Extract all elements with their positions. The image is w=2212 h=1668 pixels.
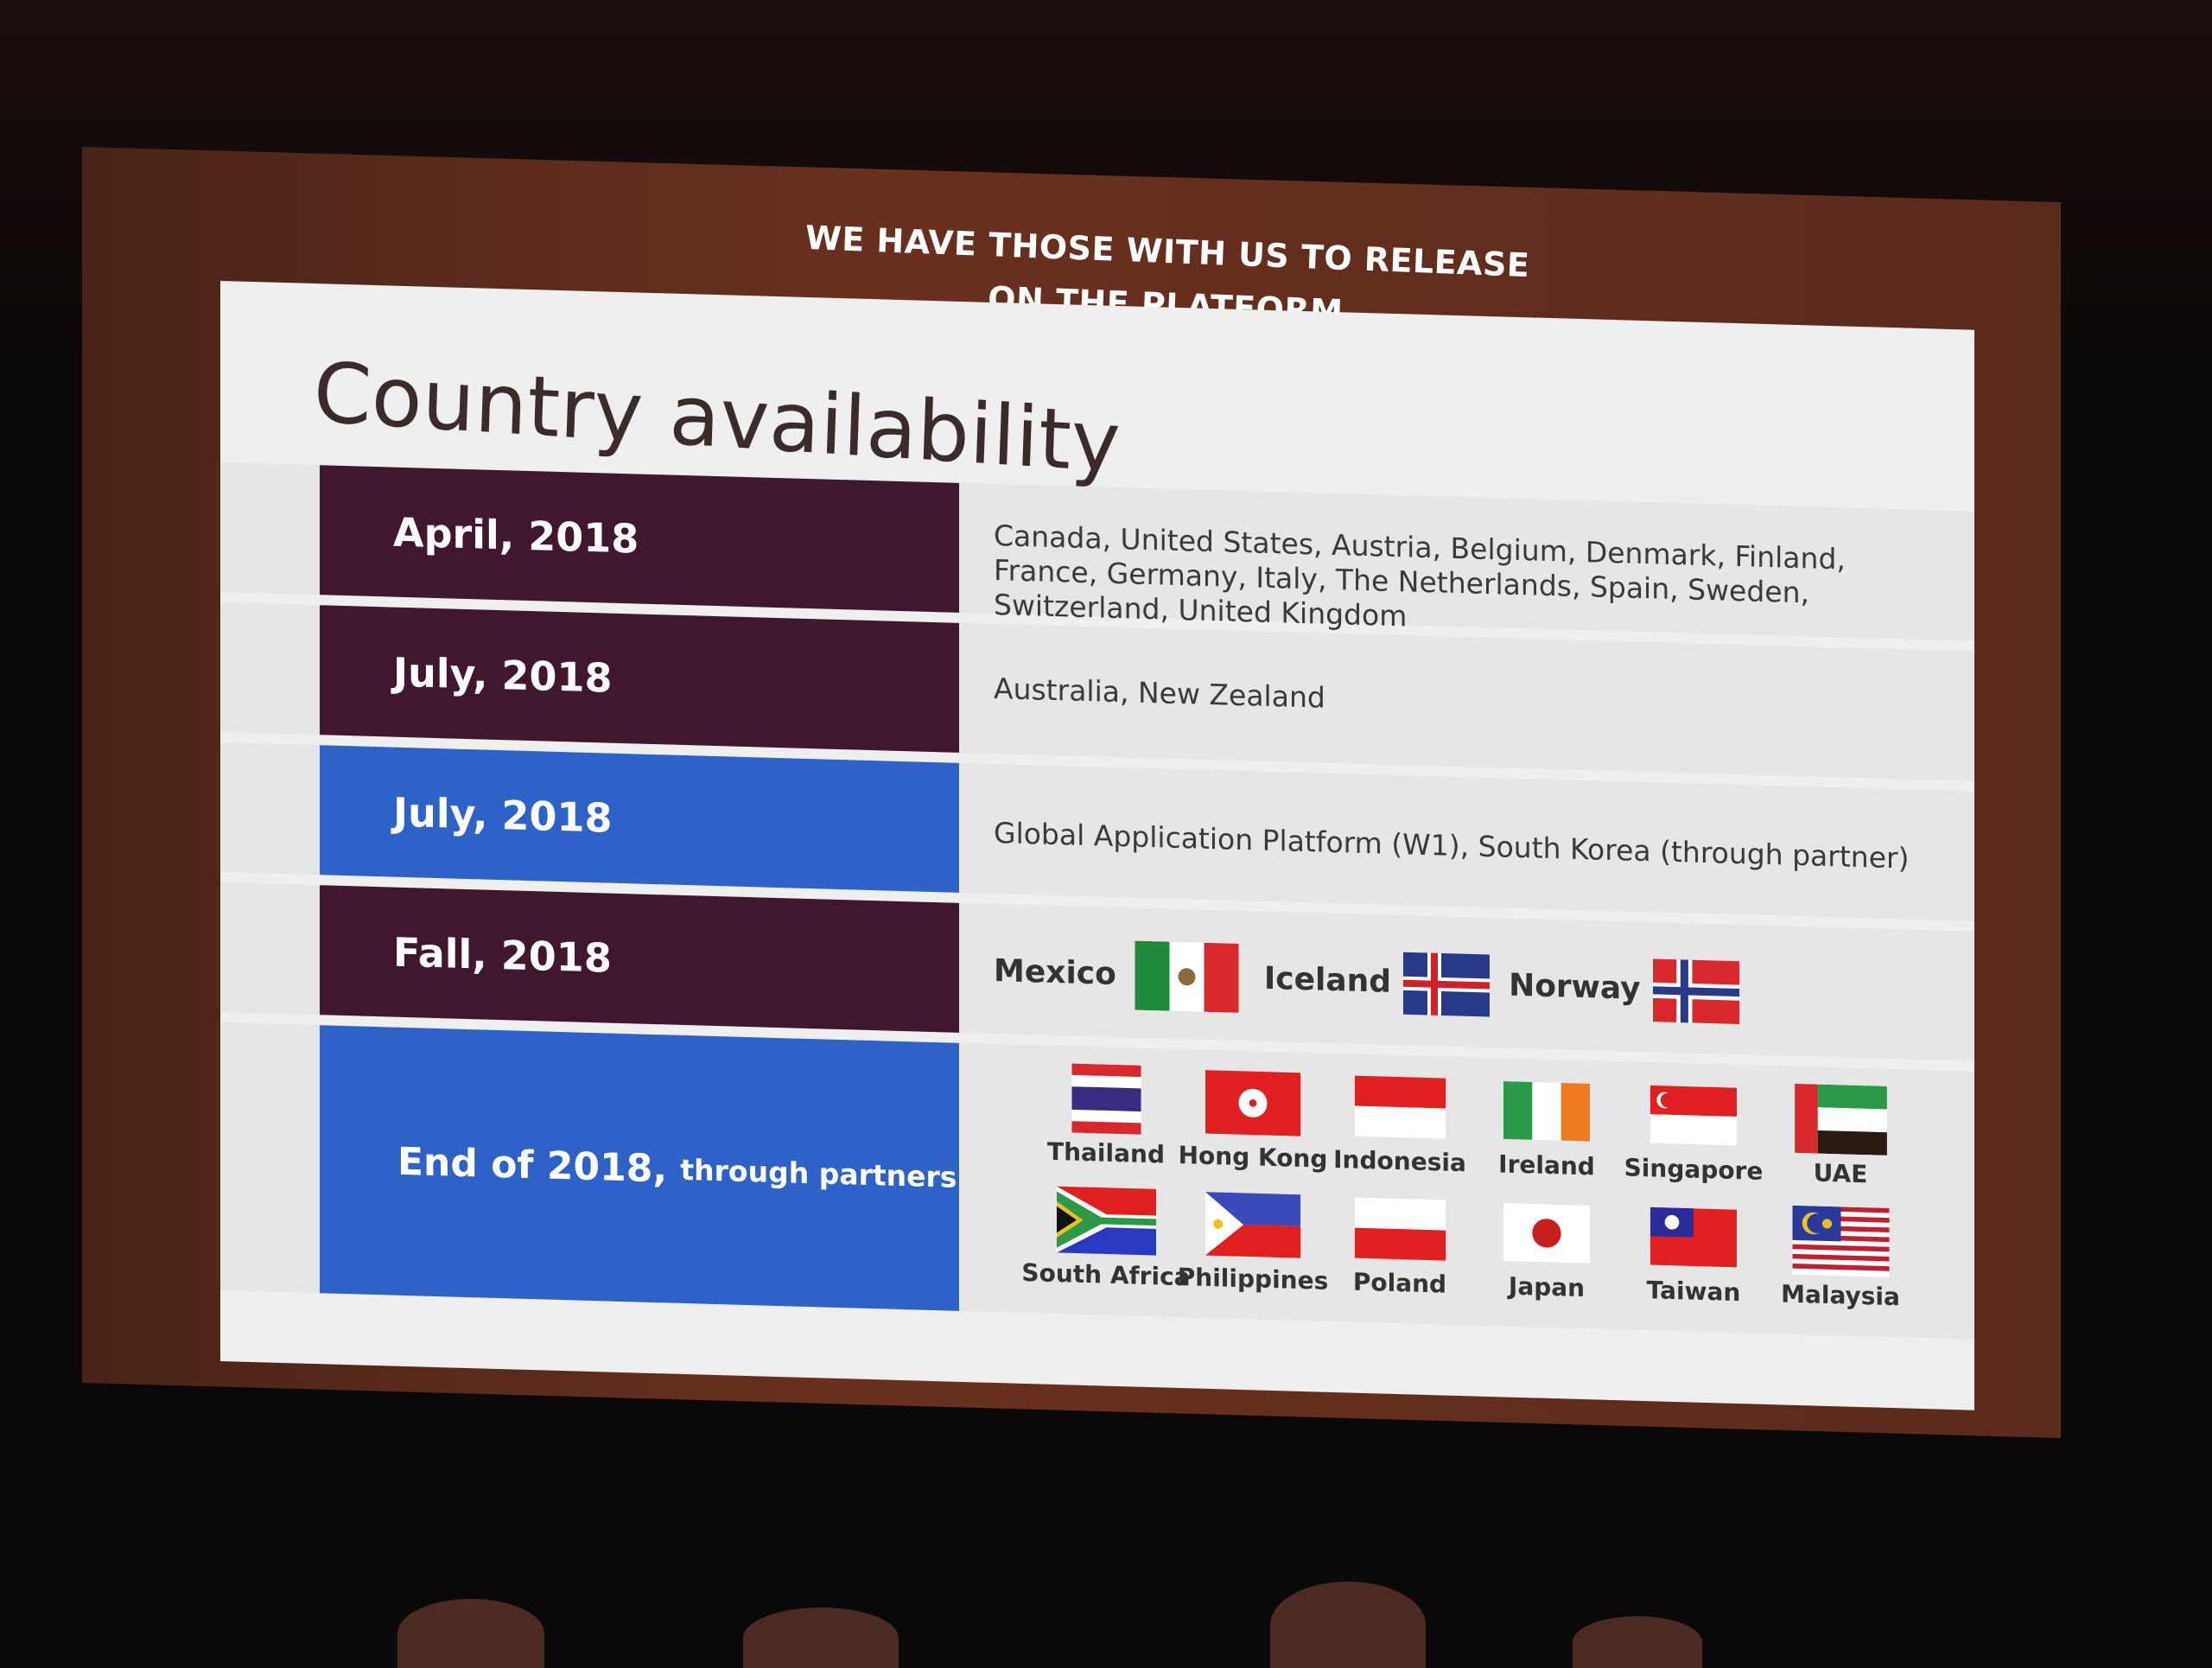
mexico-flag-icon [1135, 940, 1239, 1013]
country-singapore: Singapore [1620, 1079, 1767, 1186]
iceland-flag-icon [1403, 952, 1491, 1017]
availability-row-end-2018: End of 2018, through partners Thailand H… [220, 1022, 1974, 1340]
fall-countries: Mexico Iceland Norway [994, 937, 1758, 1028]
country-name: Hong Kong [1178, 1140, 1328, 1174]
country-ireland: Ireland [1473, 1075, 1620, 1182]
country-thailand: Thailand [1033, 1062, 1179, 1169]
poland-flag-icon [1354, 1197, 1446, 1261]
country-name: Ireland [1498, 1149, 1595, 1181]
ireland-flag-icon [1503, 1081, 1590, 1142]
country-name: Thailand [1047, 1136, 1165, 1169]
country-south-africa: South Africa [1021, 1184, 1191, 1291]
audience-heads [0, 1582, 2212, 1668]
country-list: Global Application Platform (W1), South … [994, 815, 1910, 875]
country-philippines: Philippines [1177, 1188, 1329, 1296]
country-name: Philippines [1177, 1262, 1329, 1296]
country-list: Australia, New Zealand [994, 671, 1325, 715]
country-name: Norway [1509, 967, 1641, 1007]
slide: Country availability April, 2018 Canada,… [220, 281, 1974, 1410]
south-africa-flag-icon [1056, 1186, 1156, 1256]
date-label: July, 2018 [320, 605, 959, 753]
country-taiwan: Taiwan [1620, 1200, 1767, 1308]
country-name: UAE [1813, 1158, 1868, 1189]
country-name: Singapore [1624, 1153, 1764, 1186]
country-name: Iceland [1263, 960, 1392, 1000]
country-name: Poland [1352, 1267, 1447, 1299]
country-iceland: Iceland [1263, 946, 1491, 1017]
country-malaysia: Malaysia [1767, 1205, 1914, 1312]
date-suffix: through partners [680, 1152, 957, 1194]
date-label: End of 2018, through partners [320, 1025, 959, 1311]
hong-kong-flag-icon [1205, 1070, 1300, 1136]
japan-flag-icon [1503, 1203, 1590, 1264]
norway-flag-icon [1652, 958, 1739, 1024]
date-label: Fall, 2018 [320, 885, 959, 1033]
uae-flag-icon [1794, 1083, 1887, 1156]
philippines-flag-icon [1205, 1192, 1300, 1258]
date-label: July, 2018 [320, 745, 959, 893]
country-japan: Japan [1473, 1197, 1620, 1304]
country-norway: Norway [1509, 953, 1739, 1024]
country-indonesia: Indonesia [1326, 1071, 1473, 1178]
malaysia-flag-icon [1792, 1205, 1889, 1277]
country-name: Taiwan [1646, 1276, 1741, 1308]
country-poland: Poland [1326, 1193, 1473, 1300]
date-text: End of 2018, [397, 1139, 668, 1191]
country-name: Japan [1508, 1271, 1586, 1303]
taiwan-flag-icon [1650, 1206, 1737, 1268]
country-name: South Africa [1021, 1257, 1191, 1292]
indonesia-flag-icon [1354, 1075, 1446, 1139]
country-name: Indonesia [1333, 1144, 1466, 1178]
country-name: Malaysia [1781, 1279, 1900, 1312]
country-name: Mexico [994, 952, 1116, 992]
date-label: April, 2018 [320, 465, 959, 613]
country-mexico: Mexico [994, 937, 1245, 1013]
thailand-flag-icon [1071, 1063, 1141, 1135]
country-uae: UAE [1767, 1083, 1914, 1190]
country-hong-kong: Hong Kong [1178, 1066, 1328, 1174]
partner-countries-grid: Thailand Hong Kong Indonesia Ireland Sin… [1021, 1062, 1914, 1312]
singapore-flag-icon [1650, 1085, 1737, 1146]
